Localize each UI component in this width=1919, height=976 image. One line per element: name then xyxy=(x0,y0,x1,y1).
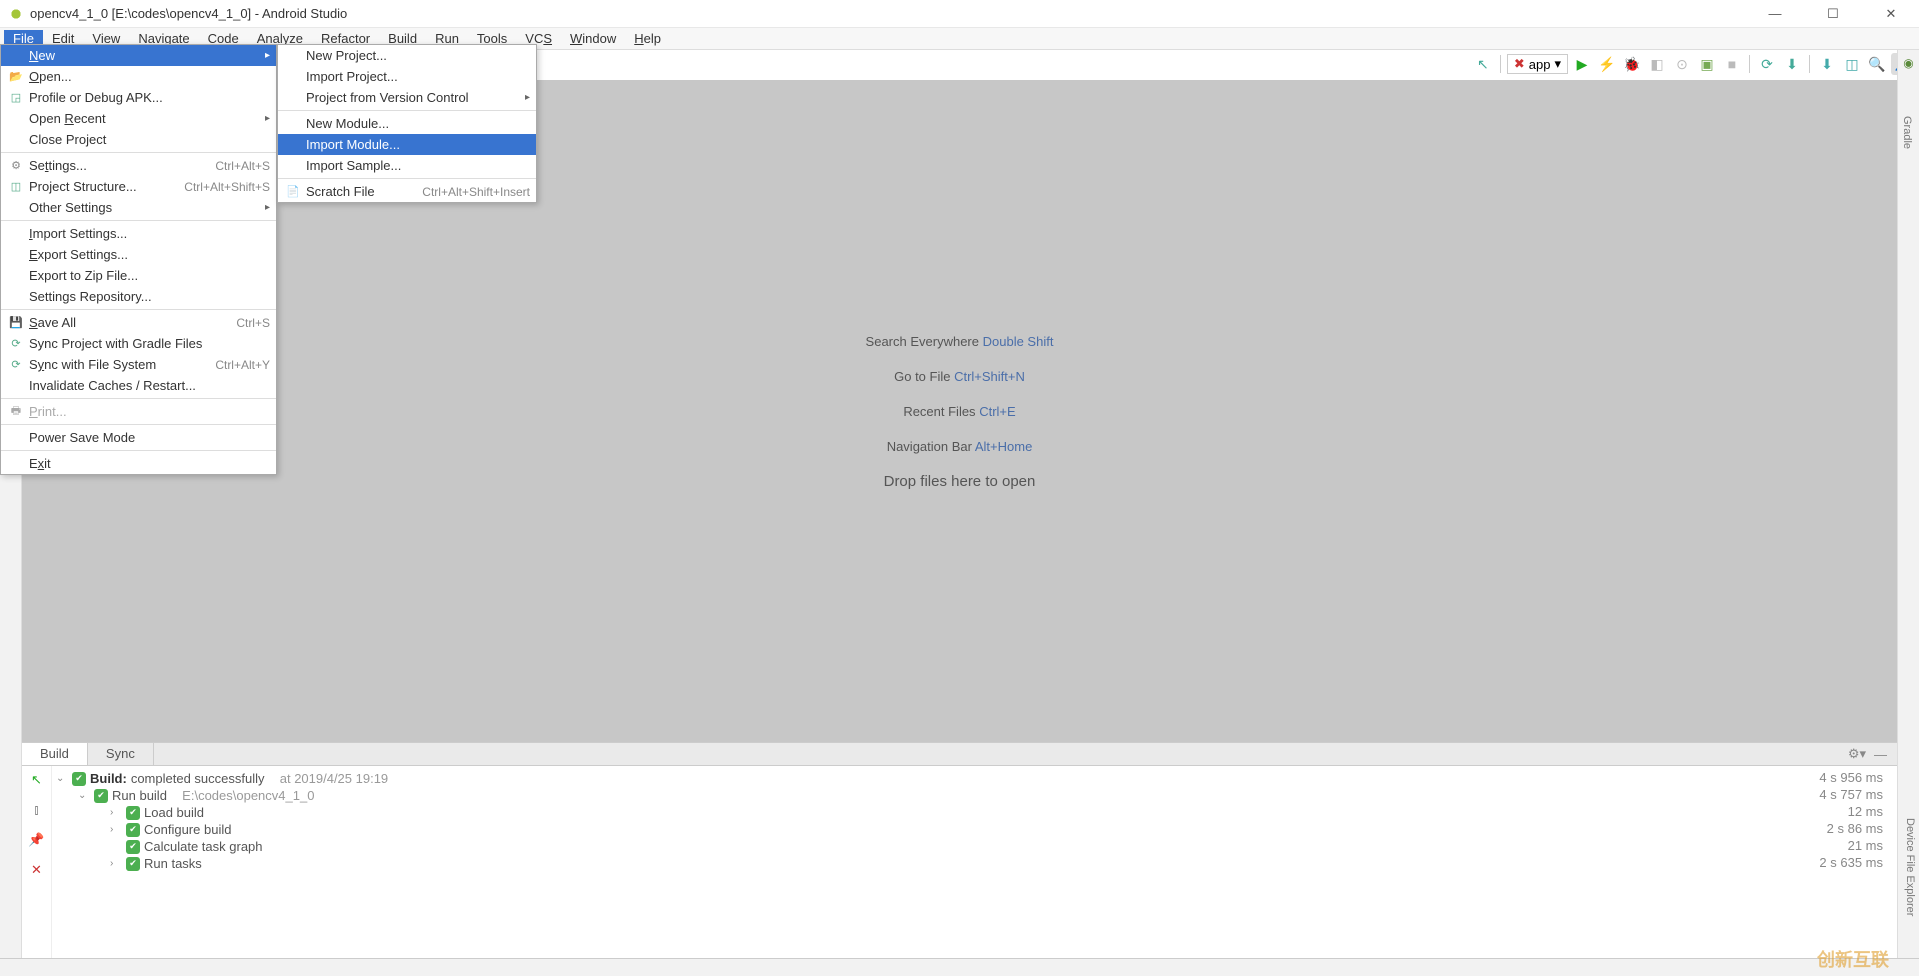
close-button[interactable]: ✕ xyxy=(1871,2,1911,26)
stop-button[interactable]: ■ xyxy=(1721,53,1743,75)
hint-navbar: Navigation Bar Alt+Home xyxy=(887,438,1033,455)
hint-search: Search Everywhere Double Shift xyxy=(866,333,1054,350)
profiler-button[interactable]: ◧ xyxy=(1646,53,1668,75)
build-row-taskgraph[interactable]: ✔Calculate task graph xyxy=(56,838,1803,855)
run-config-selector[interactable]: ✖app▾ xyxy=(1507,54,1568,74)
menu-save-all[interactable]: 💾Save AllCtrl+S xyxy=(1,312,276,333)
build-row-root[interactable]: ⌄✔Build: completed successfully at 2019/… xyxy=(56,770,1803,787)
submenu-import-sample[interactable]: Import Sample... xyxy=(278,155,536,176)
android-studio-icon xyxy=(8,6,24,22)
run-button[interactable]: ▶ xyxy=(1571,53,1593,75)
close-panel-icon[interactable]: ✕ xyxy=(31,862,42,878)
hint-drop: Drop files here to open xyxy=(884,473,1036,490)
window-title: opencv4_1_0 [E:\codes\opencv4_1_0] - And… xyxy=(30,6,1755,21)
menu-sync-gradle[interactable]: ⟳Sync Project with Gradle Files xyxy=(1,333,276,354)
hint-recent: Recent Files Ctrl+E xyxy=(903,403,1015,420)
device-file-explorer-tab[interactable]: Device File Explorer xyxy=(1904,818,1916,916)
minimize-button[interactable]: — xyxy=(1755,2,1795,26)
build-row-runbuild[interactable]: ⌄✔Run build E:\codes\opencv4_1_0 xyxy=(56,787,1803,804)
submenu-new-module[interactable]: New Module... xyxy=(278,113,536,134)
submenu-import-project[interactable]: Import Project... xyxy=(278,66,536,87)
menu-settings-repo[interactable]: Settings Repository... xyxy=(1,286,276,307)
menu-import-settings[interactable]: Import Settings... xyxy=(1,223,276,244)
build-panel: ↖ ⫾ 📌 ✕ ⌄✔Build: completed successfully … xyxy=(22,766,1897,958)
toolbar: ↖ ✖app▾ ▶ ⚡ 🐞 ◧ ⊙ ▣ ■ ⟳ ⬇ ⬇ ◫ 🔍 👤 xyxy=(1472,50,1913,78)
menu-invalidate-caches[interactable]: Invalidate Caches / Restart... xyxy=(1,375,276,396)
menu-other-settings[interactable]: Other Settings▸ xyxy=(1,197,276,218)
gradle-icon[interactable]: ◉ xyxy=(1901,56,1917,72)
build-times: 4 s 956 ms 4 s 757 ms 12 ms 2 s 86 ms 21… xyxy=(1807,766,1897,958)
submenu-import-module[interactable]: Import Module... xyxy=(278,134,536,155)
submenu-project-vcs[interactable]: Project from Version Control▸ xyxy=(278,87,536,108)
build-row-runtasks[interactable]: ›✔Run tasks xyxy=(56,855,1803,872)
apply-changes-icon[interactable]: ⚡ xyxy=(1596,53,1618,75)
menu-new[interactable]: New▸ xyxy=(1,45,276,66)
menu-project-structure[interactable]: ◫Project Structure...Ctrl+Alt+Shift+S xyxy=(1,176,276,197)
hide-panel-icon[interactable]: — xyxy=(1874,747,1887,762)
hint-gotofile: Go to File Ctrl+Shift+N xyxy=(894,368,1025,385)
build-row-configure[interactable]: ›✔Configure build xyxy=(56,821,1803,838)
menu-settings[interactable]: ⚙Settings...Ctrl+Alt+S xyxy=(1,155,276,176)
menu-open-recent[interactable]: Open Recent▸ xyxy=(1,108,276,129)
pin-icon[interactable]: 📌 xyxy=(28,832,44,848)
rerun-icon[interactable]: ↖ xyxy=(31,772,42,788)
titlebar: opencv4_1_0 [E:\codes\opencv4_1_0] - And… xyxy=(0,0,1919,28)
avd-manager-icon[interactable]: ▣ xyxy=(1696,53,1718,75)
sdk-manager-icon[interactable]: ⬇ xyxy=(1781,53,1803,75)
menu-sync-fs[interactable]: ⟳Sync with File SystemCtrl+Alt+Y xyxy=(1,354,276,375)
menu-export-zip[interactable]: Export to Zip File... xyxy=(1,265,276,286)
menu-export-settings[interactable]: Export Settings... xyxy=(1,244,276,265)
menu-close-project[interactable]: Close Project xyxy=(1,129,276,150)
right-tool-stripe: ◉ Gradle Device File Explorer xyxy=(1897,50,1919,976)
file-menu-dropdown: New▸ 📂Open... ◲Profile or Debug APK... O… xyxy=(0,44,277,475)
download-icon[interactable]: ⬇ xyxy=(1816,53,1838,75)
menu-profile-apk[interactable]: ◲Profile or Debug APK... xyxy=(1,87,276,108)
struct-icon[interactable]: ◫ xyxy=(1841,53,1863,75)
build-tree: ⌄✔Build: completed successfully at 2019/… xyxy=(52,766,1807,958)
menu-help[interactable]: Help xyxy=(625,30,670,47)
statusbar xyxy=(0,958,1919,976)
menu-print[interactable]: 🖶Print... xyxy=(1,401,276,422)
window-buttons: — ☐ ✕ xyxy=(1755,2,1911,26)
menu-open[interactable]: 📂Open... xyxy=(1,66,276,87)
menu-window[interactable]: Window xyxy=(561,30,625,47)
gear-icon[interactable]: ⚙▾ xyxy=(1848,746,1866,762)
gradle-tab[interactable]: Gradle xyxy=(1901,116,1913,149)
filter-icon[interactable]: ⫾ xyxy=(34,802,38,818)
attach-debugger-icon[interactable]: ⊙ xyxy=(1671,53,1693,75)
tab-build[interactable]: Build xyxy=(22,743,88,765)
search-icon[interactable]: 🔍 xyxy=(1866,53,1888,75)
build-panel-toolbar: ↖ ⫾ 📌 ✕ xyxy=(22,766,52,958)
watermark: 创新互联 xyxy=(1817,946,1889,972)
sync-icon[interactable]: ⟳ xyxy=(1756,53,1778,75)
menu-exit[interactable]: Exit xyxy=(1,453,276,474)
back-icon[interactable]: ↖ xyxy=(1472,53,1494,75)
bottom-panel-tabs: Build Sync ⚙▾ — xyxy=(22,742,1897,766)
submenu-new-project[interactable]: New Project... xyxy=(278,45,536,66)
new-submenu-dropdown: New Project... Import Project... Project… xyxy=(277,44,537,203)
maximize-button[interactable]: ☐ xyxy=(1813,2,1853,26)
build-row-loadbuild[interactable]: ›✔Load build xyxy=(56,804,1803,821)
run-config-label: app xyxy=(1529,57,1551,72)
menu-power-save[interactable]: Power Save Mode xyxy=(1,427,276,448)
tab-sync[interactable]: Sync xyxy=(88,743,154,765)
debug-button[interactable]: 🐞 xyxy=(1621,53,1643,75)
submenu-scratch-file[interactable]: 📄Scratch FileCtrl+Alt+Shift+Insert xyxy=(278,181,536,202)
